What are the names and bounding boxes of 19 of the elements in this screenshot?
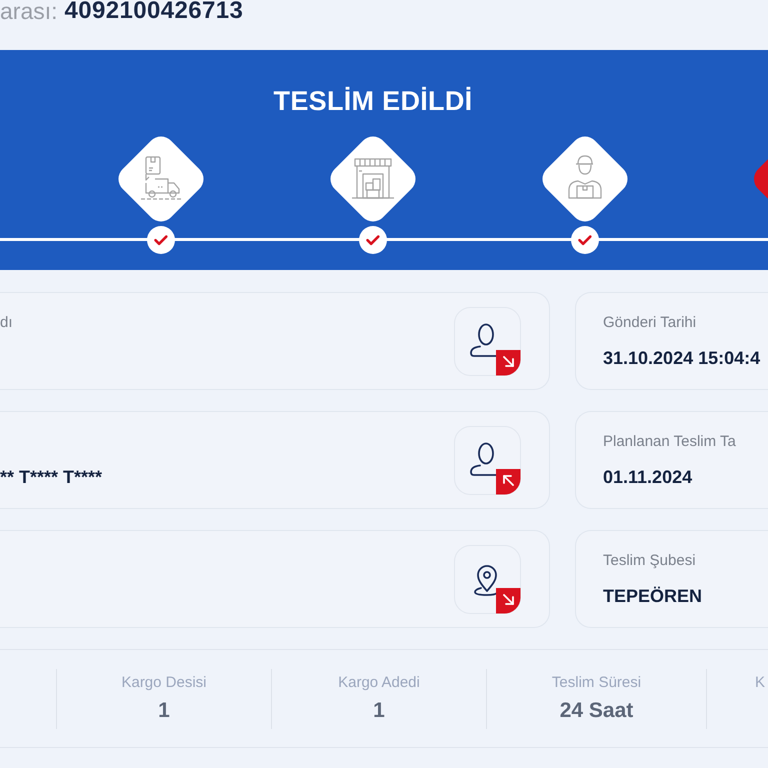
field-label: Planlanan Teslim Ta <box>603 432 736 452</box>
stat-label: Teslim Süresi <box>552 672 642 692</box>
field-label: Gönderi Tarihi <box>603 313 696 333</box>
tracking-number: 4092100426713 <box>64 0 244 26</box>
stat-value: 24 Saat <box>560 698 634 724</box>
field-value: 01.11.2024 <box>603 467 692 487</box>
location-pin-icon <box>454 544 521 614</box>
field-value: TEPEÖREN <box>603 586 702 606</box>
stat-label: Kargo Desisi <box>121 672 207 692</box>
field-value: ** T**** T**** <box>0 467 102 487</box>
field-value: 31.10.2024 15:04:4 <box>603 348 760 368</box>
tracking-label: arası: <box>0 0 58 26</box>
stat-value: 1 <box>373 698 385 724</box>
field-label: Teslim Şubesi <box>603 551 696 571</box>
field-label: dı <box>0 313 13 333</box>
stat-label: K <box>755 672 766 692</box>
stat-value: 1 <box>158 698 170 724</box>
stat-label: Kargo Adedi <box>338 672 420 692</box>
status-title: TESLİM EDİLDİ <box>274 86 472 116</box>
